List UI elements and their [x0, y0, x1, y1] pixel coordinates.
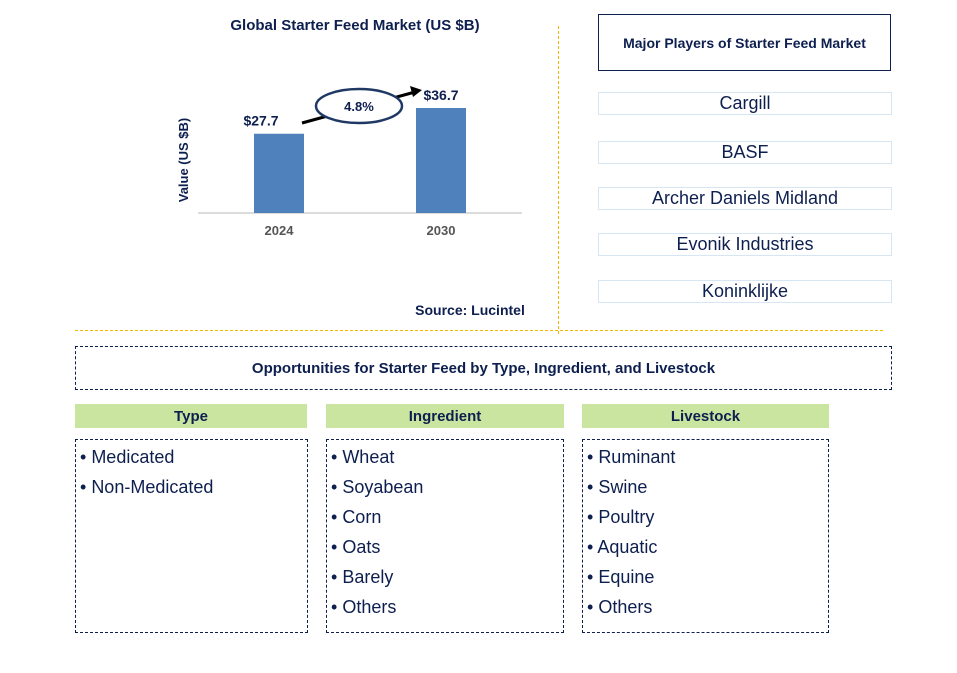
category-item: Equine: [587, 562, 828, 592]
category-item: Medicated: [80, 442, 307, 472]
category-item: Others: [587, 592, 828, 622]
opportunities-title: Opportunities for Starter Feed by Type, …: [75, 346, 892, 390]
category-item: Poultry: [587, 502, 828, 532]
category-item: Soyabean: [331, 472, 563, 502]
cagr-label: 4.8%: [344, 99, 374, 114]
player-item: Koninklijke: [598, 280, 892, 303]
category-item: Oats: [331, 532, 563, 562]
y-axis-label: Value (US $B): [176, 118, 191, 203]
bar-chart: Value (US $B) $27.7 2024 $36.7 2030 4.8%: [176, 86, 522, 238]
category-item: Wheat: [331, 442, 563, 472]
category-item: Non-Medicated: [80, 472, 307, 502]
x-tick-label: 2024: [265, 223, 295, 238]
player-item: Cargill: [598, 92, 892, 115]
data-label: $36.7: [423, 87, 458, 103]
horizontal-divider: [75, 330, 883, 331]
source-label: Source: Lucintel: [415, 302, 525, 318]
chart-title: Global Starter Feed Market (US $B): [230, 17, 480, 34]
data-label: $27.7: [243, 113, 278, 129]
category-heading-ingredient: Ingredient: [326, 404, 564, 428]
category-heading-livestock: Livestock: [582, 404, 829, 428]
category-item: Swine: [587, 472, 828, 502]
category-item: Others: [331, 592, 563, 622]
players-title: Major Players of Starter Feed Market: [598, 14, 891, 71]
arrow-head-icon: [410, 86, 422, 97]
category-item: Ruminant: [587, 442, 828, 472]
category-box-livestock: RuminantSwinePoultryAquaticEquineOthers: [582, 439, 829, 633]
cagr-annotation: 4.8%: [301, 86, 422, 125]
vertical-divider: [558, 26, 559, 334]
x-tick-label: 2030: [427, 223, 456, 238]
category-box-ingredient: WheatSoyabeanCornOatsBarelyOthers: [326, 439, 564, 633]
category-heading-type: Type: [75, 404, 307, 428]
category-item: Barely: [331, 562, 563, 592]
player-item: Evonik Industries: [598, 233, 892, 256]
category-item: Aquatic: [587, 532, 828, 562]
player-item: BASF: [598, 141, 892, 164]
bar-2024: [254, 133, 304, 213]
player-item: Archer Daniels Midland: [598, 187, 892, 210]
category-box-type: MedicatedNon-Medicated: [75, 439, 308, 633]
category-item: Corn: [331, 502, 563, 532]
bar-2030: [416, 108, 466, 213]
